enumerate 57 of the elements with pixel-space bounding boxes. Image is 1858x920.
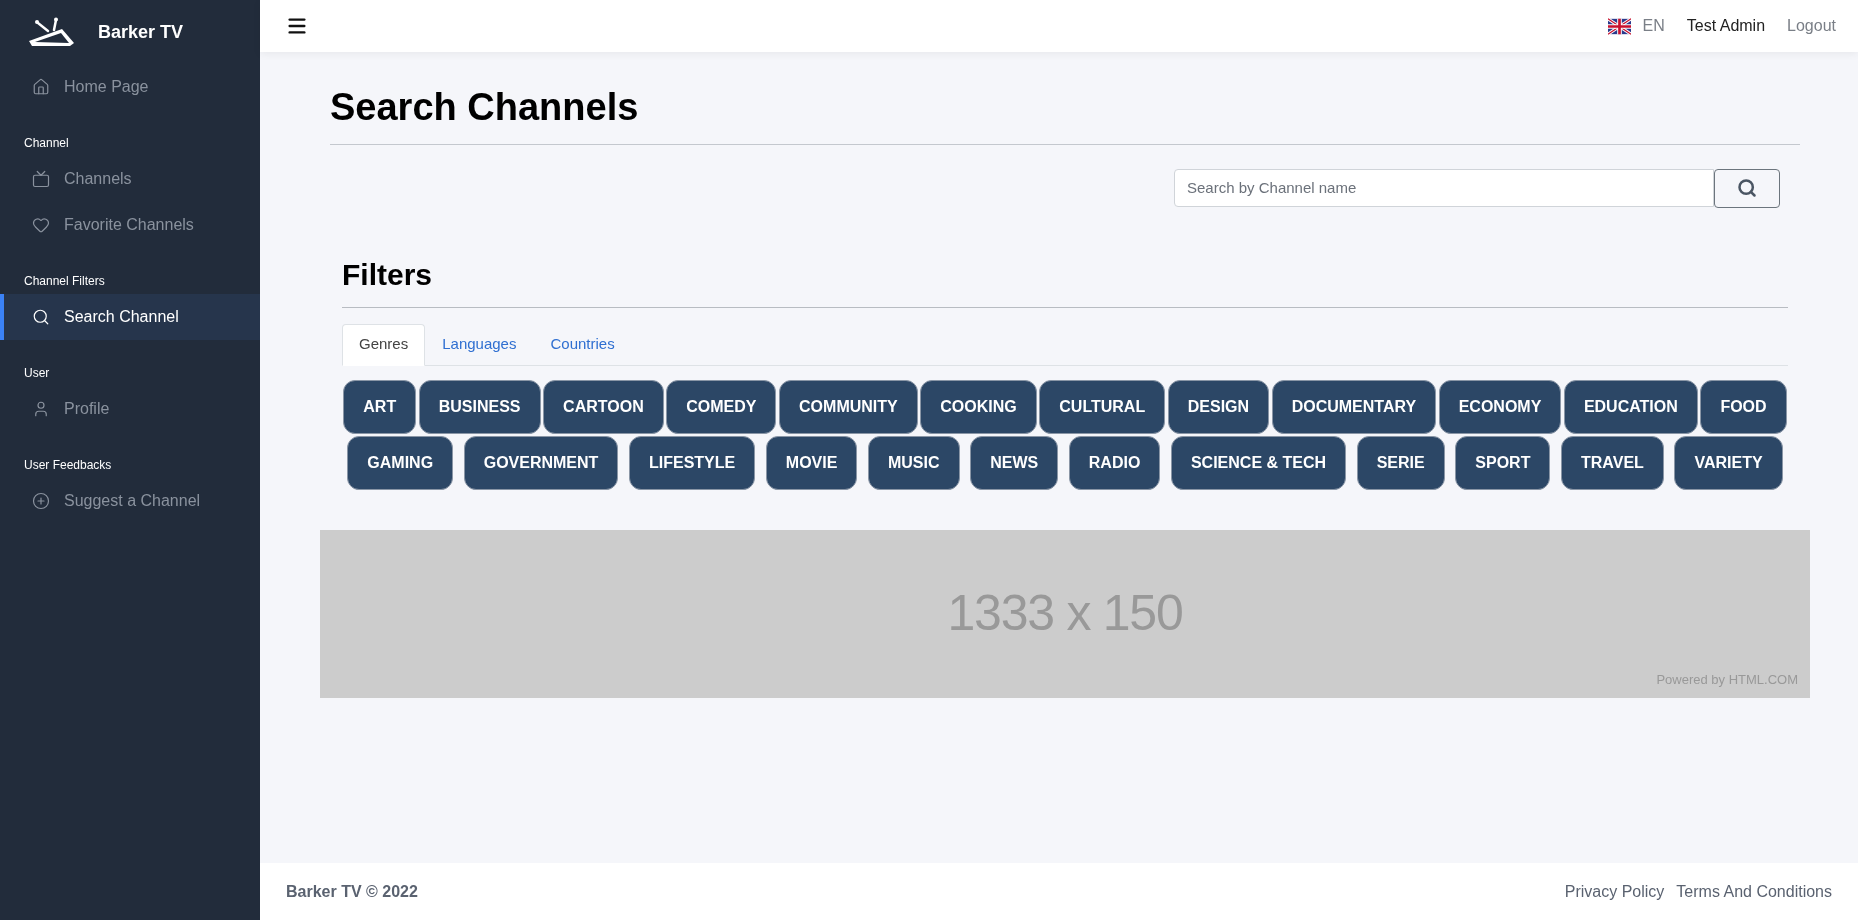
filter-tab[interactable]: Countries [533, 323, 632, 366]
genre-button[interactable]: NEWS [970, 435, 1059, 490]
genre-button[interactable]: RADIO [1068, 435, 1161, 490]
genre-button[interactable]: FOOD [1700, 379, 1787, 434]
flag-icon[interactable] [1607, 17, 1631, 35]
sidebar-section-label: Channel Filters [23, 273, 106, 290]
search-field[interactable]: Search by Channel name [1174, 168, 1714, 207]
genre-button[interactable]: DESIGN [1167, 379, 1270, 434]
sidebar-item[interactable]: Suggest a Channel [0, 478, 260, 524]
menu-icon[interactable] [286, 15, 308, 37]
language-link[interactable]: EN [1642, 14, 1665, 38]
home-icon [32, 78, 50, 96]
search-button[interactable] [1714, 168, 1780, 208]
footer-link[interactable]: Terms And Conditions [1676, 879, 1832, 904]
genre-button[interactable]: VARIETY [1674, 435, 1783, 490]
sidebar-item[interactable]: Favorite Channels [0, 202, 260, 248]
genre-button[interactable]: ECONOMY [1438, 379, 1562, 434]
genre-button[interactable]: CARTOON [543, 379, 664, 434]
search-icon [1737, 178, 1757, 198]
genre-button[interactable]: GOVERNMENT [463, 435, 619, 490]
genre-button[interactable]: BUSINESS [418, 379, 541, 434]
genre-button[interactable]: MUSIC [868, 435, 960, 490]
heart-icon [32, 216, 50, 234]
page-title: Search Channels [330, 84, 1800, 145]
genre-button[interactable]: SCIENCE & TECH [1170, 435, 1347, 490]
sidebar-section-label: User [23, 365, 51, 382]
genre-button[interactable]: TRAVEL [1561, 435, 1664, 490]
genre-button[interactable]: CULTURAL [1039, 379, 1166, 434]
user-name-link[interactable]: Test Admin [1686, 14, 1766, 38]
sidebar-item[interactable]: Search Channel [0, 294, 260, 340]
genre-button[interactable]: ART [343, 379, 417, 434]
genre-button[interactable]: DOCUMENTARY [1271, 379, 1437, 434]
genre-button[interactable]: SERIE [1356, 435, 1445, 490]
plus-circle-icon [32, 492, 50, 510]
sidebar-section-label: User Feedbacks [23, 457, 113, 474]
sidebar-section-label: Channel [23, 135, 70, 152]
filters-title: Filters [342, 251, 1788, 308]
filter-tab[interactable]: Languages [425, 323, 534, 366]
genre-button[interactable]: COMMUNITY [779, 379, 918, 434]
genre-button[interactable]: COOKING [920, 379, 1037, 434]
genre-button[interactable]: EDUCATION [1563, 379, 1698, 434]
user-icon [32, 400, 50, 418]
copyright-text: Barker TV © 2022 [286, 881, 418, 902]
search-icon [32, 308, 50, 326]
genre-button[interactable]: LIFESTYLE [628, 435, 756, 490]
footer-link[interactable]: Privacy Policy [1564, 879, 1665, 904]
genre-button[interactable]: MOVIE [765, 435, 858, 490]
sidebar-item[interactable]: Home Page [0, 64, 260, 110]
genre-button[interactable]: GAMING [347, 435, 454, 490]
sidebar-item[interactable]: Profile [0, 386, 260, 432]
brand-name: Barker TV [98, 20, 184, 44]
tv-icon [32, 170, 50, 188]
genre-button[interactable]: SPORT [1455, 435, 1551, 490]
sidebar-item[interactable]: Channels [0, 156, 260, 202]
genre-button[interactable]: COMEDY [666, 379, 777, 434]
filter-tab[interactable]: Genres [342, 323, 426, 366]
logout-link[interactable]: Logout [1787, 14, 1836, 38]
